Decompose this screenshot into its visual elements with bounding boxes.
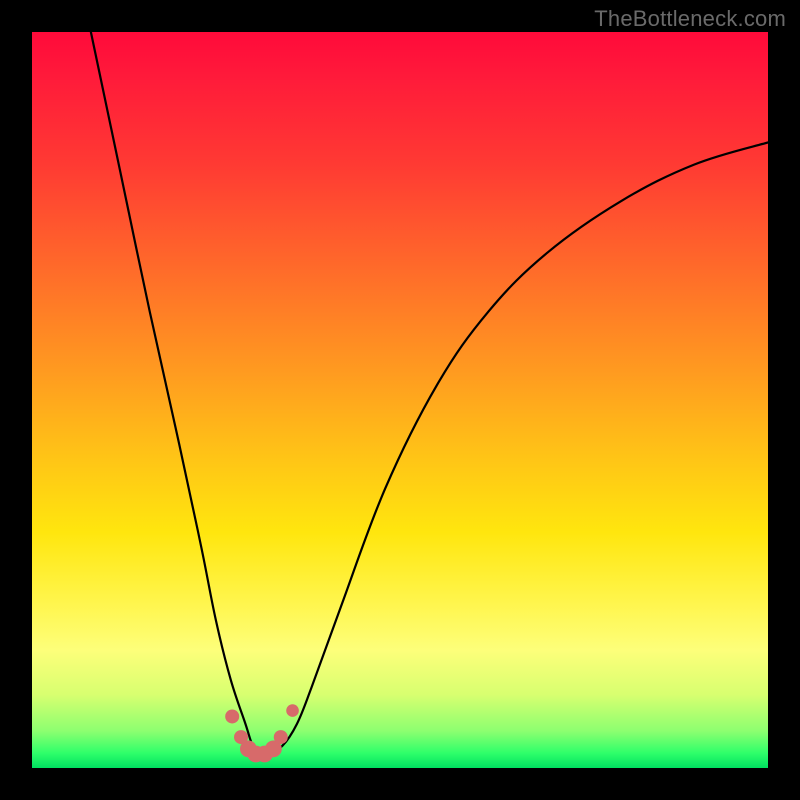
chart-plot-area <box>32 32 768 768</box>
curve-marker <box>225 709 239 723</box>
curve-marker <box>274 730 288 744</box>
chart-frame: TheBottleneck.com <box>0 0 800 800</box>
curve-markers <box>225 704 299 762</box>
watermark-text: TheBottleneck.com <box>594 6 786 32</box>
bottleneck-curve <box>91 32 768 754</box>
chart-svg <box>32 32 768 768</box>
curve-marker <box>286 704 299 717</box>
